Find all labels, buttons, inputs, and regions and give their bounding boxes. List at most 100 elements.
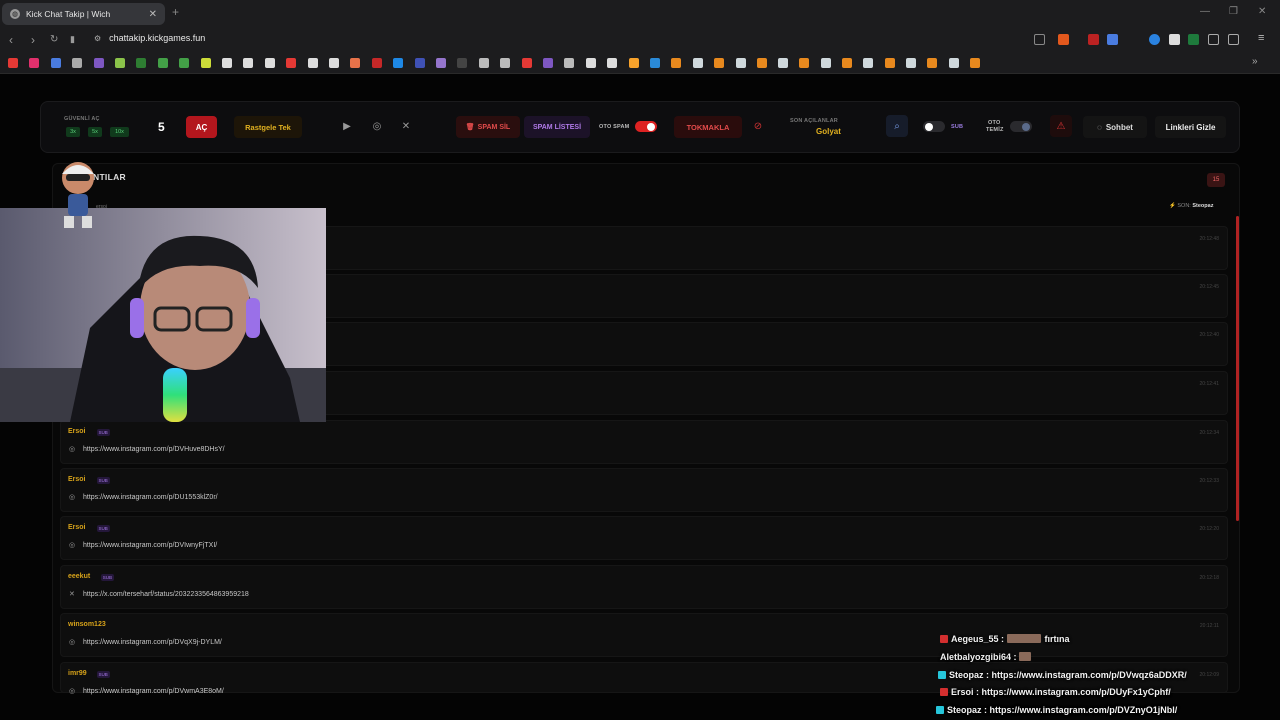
site-info-icon[interactable]: ⚙ xyxy=(94,34,101,43)
bookmark-icon[interactable] xyxy=(692,58,703,68)
message-username[interactable]: Ersoi xyxy=(68,428,86,435)
bookmark-icon[interactable] xyxy=(457,58,468,68)
message-row[interactable]: Ersoi SUB ◎ https://www.instagram.com/p/DVH… xyxy=(60,420,1228,464)
minimize-icon[interactable]: — xyxy=(1200,6,1210,17)
spam-listesi-button[interactable]: SPAM LİSTESİ xyxy=(524,116,590,138)
url-field[interactable]: ⚙ chattakip.kickgames.fun xyxy=(94,33,205,43)
extensions-icon[interactable] xyxy=(1208,34,1219,45)
open-count[interactable]: 5 xyxy=(158,120,165,134)
x-icon[interactable]: ✕ xyxy=(395,115,417,137)
bookmark-icon[interactable] xyxy=(969,58,980,68)
message-link[interactable]: https://www.instagram.com/p/DU1553klZ0r/ xyxy=(83,494,218,501)
bookmark-icon[interactable] xyxy=(436,58,446,68)
bookmark-icon[interactable] xyxy=(157,58,168,68)
bookmark-icon[interactable] xyxy=(50,58,61,68)
bookmark-icon[interactable] xyxy=(564,58,575,68)
multiplier-3x[interactable]: 3x xyxy=(66,127,80,137)
bookmark-icon[interactable] xyxy=(905,58,916,68)
bookmark-icon[interactable] xyxy=(500,58,511,68)
random-one-button[interactable]: Rastgele Tek xyxy=(234,116,302,138)
bookmark-icon[interactable]: ▮ xyxy=(70,34,75,45)
bookmark-icon[interactable] xyxy=(329,58,339,68)
ac-button[interactable]: AÇ xyxy=(186,116,217,138)
bookmark-icon[interactable] xyxy=(286,58,297,68)
bookmark-icon[interactable] xyxy=(927,58,938,68)
new-tab-icon[interactable]: + xyxy=(172,5,179,19)
bookmark-icon[interactable] xyxy=(842,58,852,68)
bookmark-icon[interactable] xyxy=(478,58,489,68)
bookmark-icon[interactable] xyxy=(115,58,125,68)
bookmark-icon[interactable] xyxy=(948,58,959,68)
extension-blue-icon[interactable] xyxy=(1149,34,1160,45)
multiplier-10x[interactable]: 10x xyxy=(110,127,129,137)
message-link[interactable]: https://www.instagram.com/p/DVwmA3E8oM/ xyxy=(83,688,224,695)
extension-excel-icon[interactable] xyxy=(1188,34,1199,45)
scrollbar[interactable] xyxy=(1236,216,1239,521)
reload-icon[interactable]: ↻ xyxy=(50,34,58,45)
message-row[interactable]: eeekut SUB ✕ https://x.com/terseharf/status… xyxy=(60,565,1228,609)
share-icon[interactable] xyxy=(1034,34,1045,45)
bookmark-icon[interactable] xyxy=(393,58,404,68)
message-link[interactable]: https://www.instagram.com/p/DVIwnyFjTXI/ xyxy=(83,542,217,549)
multiplier-5x[interactable]: 5x xyxy=(88,127,102,137)
bookmark-icon[interactable] xyxy=(756,58,767,68)
tab-active[interactable]: ◍ Kick Chat Takip | Wich ✕ xyxy=(2,3,165,25)
bookmark-icon[interactable] xyxy=(778,58,789,68)
message-row[interactable]: Ersoi SUB ◎ https://www.instagram.com/p/DVI… xyxy=(60,516,1228,560)
message-link[interactable]: https://www.instagram.com/p/DVHuve8DHsY/ xyxy=(83,446,225,453)
bookmark-icon[interactable] xyxy=(307,58,318,68)
message-username[interactable]: Ersoi xyxy=(68,524,86,531)
bookmark-icon[interactable] xyxy=(179,58,190,68)
close-tab-icon[interactable]: ✕ xyxy=(149,9,157,20)
message-username[interactable]: winsom123 xyxy=(68,621,106,628)
message-link[interactable]: https://x.com/terseharf/status/203223356… xyxy=(83,591,249,598)
ublock-icon[interactable] xyxy=(1088,34,1099,45)
bookmark-icon[interactable] xyxy=(799,58,810,68)
bookmark-icon[interactable] xyxy=(222,58,232,68)
bookmark-icon[interactable] xyxy=(200,58,211,68)
linkleri-gizle-button[interactable]: Linkleri Gizle xyxy=(1155,116,1226,138)
extension-puzzle-icon[interactable] xyxy=(1169,34,1180,45)
bookmark-icon[interactable] xyxy=(93,58,104,68)
bookmark-icon[interactable] xyxy=(136,58,147,68)
message-username[interactable]: eeekut xyxy=(68,573,90,580)
bookmark-icon[interactable] xyxy=(371,58,382,68)
menu-icon[interactable]: ≡ xyxy=(1258,32,1269,44)
bookmark-icon[interactable] xyxy=(521,58,532,68)
bookmarks-overflow-icon[interactable]: » xyxy=(1252,56,1258,67)
bookmark-icon[interactable] xyxy=(607,58,618,68)
bookmark-icon[interactable] xyxy=(628,58,639,68)
bookmark-icon[interactable] xyxy=(820,58,831,68)
bookmark-icon[interactable] xyxy=(8,58,18,68)
warning-icon[interactable]: ⚠ xyxy=(1050,115,1072,137)
spam-sil-button[interactable]: 🗑 SPAM SİL xyxy=(456,116,520,138)
forward-icon[interactable]: › xyxy=(31,33,35,47)
oto-spam-toggle[interactable] xyxy=(635,121,657,132)
youtube-icon[interactable]: ▶ xyxy=(336,115,358,137)
bookmark-icon[interactable] xyxy=(714,58,725,68)
bookmark-icon[interactable] xyxy=(243,58,254,68)
bookmark-icon[interactable] xyxy=(585,58,596,68)
bookmark-icon[interactable] xyxy=(884,58,895,68)
restore-icon[interactable]: ❐ xyxy=(1229,6,1238,17)
bookmark-icon[interactable] xyxy=(72,58,83,68)
bookmark-icon[interactable] xyxy=(543,58,553,68)
sub-toggle[interactable] xyxy=(923,121,945,132)
instagram-icon[interactable]: ◎ xyxy=(366,115,388,137)
bookmark-icon[interactable] xyxy=(29,58,40,68)
bookmark-icon[interactable] xyxy=(735,58,746,68)
tokmakla-button[interactable]: TOKMAKLA xyxy=(674,116,742,138)
bookmark-icon[interactable] xyxy=(650,58,660,68)
search-icon[interactable]: ⌕ xyxy=(886,115,908,137)
message-username[interactable]: Ersoi xyxy=(68,476,86,483)
message-row[interactable]: Ersoi SUB ◎ https://www.instagram.com/p/DU1… xyxy=(60,468,1228,512)
bookmark-icon[interactable] xyxy=(264,58,275,68)
message-link[interactable]: https://www.instagram.com/p/DVqX9j-DYLM/ xyxy=(83,639,222,646)
sohbet-button[interactable]: ◌ Sohbet xyxy=(1083,116,1147,138)
back-icon[interactable]: ‹ xyxy=(9,33,13,47)
bookmark-icon[interactable] xyxy=(350,58,361,68)
extension-wave-icon[interactable] xyxy=(1107,34,1118,45)
bookmark-icon[interactable] xyxy=(863,58,874,68)
brave-shield-icon[interactable] xyxy=(1058,34,1069,45)
block-icon[interactable]: ⊘ xyxy=(747,115,769,137)
